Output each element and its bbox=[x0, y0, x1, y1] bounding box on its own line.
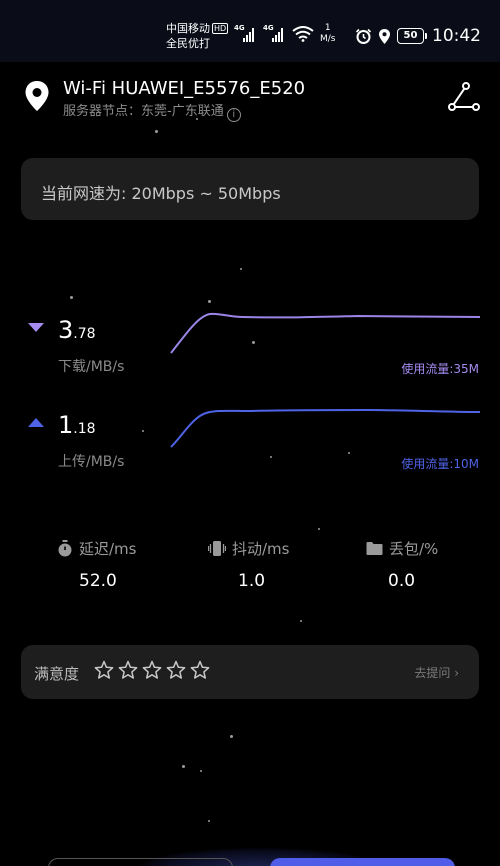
location-pin-icon bbox=[25, 81, 49, 111]
speed-range-text: 当前网速为: 20Mbps ~ 50Mbps bbox=[41, 184, 281, 203]
share-icon[interactable] bbox=[448, 82, 480, 112]
download-speed-int: 3 bbox=[58, 316, 74, 344]
wifi-icon bbox=[292, 26, 314, 42]
download-metric: 3.78 下载/MB/s 使用流量:35M bbox=[0, 300, 500, 380]
carrier-info: 中国移动 HD 全民优打 bbox=[166, 21, 229, 51]
star-icon[interactable] bbox=[166, 660, 186, 680]
star-speck bbox=[200, 770, 202, 772]
upload-usage: 使用流量:10M bbox=[401, 457, 479, 471]
signal-icon bbox=[243, 26, 254, 42]
star-speck bbox=[70, 296, 73, 299]
network-name: Wi-Fi HUAWEI_E5576_E520 bbox=[63, 78, 306, 99]
latency-stat: 延迟/ms 52.0 bbox=[57, 538, 207, 591]
net-speed-unit: M/s bbox=[320, 34, 336, 44]
alarm-icon bbox=[355, 28, 372, 44]
satisfaction-label: 满意度 bbox=[34, 665, 80, 683]
vibrate-icon bbox=[208, 541, 226, 556]
bottom-secondary-button[interactable] bbox=[48, 858, 233, 866]
upload-speed-dec: .18 bbox=[73, 421, 96, 437]
folder-icon bbox=[366, 542, 383, 555]
info-icon[interactable]: i bbox=[226, 108, 241, 122]
carrier-sub: 全民优打 bbox=[166, 37, 210, 50]
jitter-label: 抖动/ms bbox=[232, 540, 290, 558]
battery-icon: 50 bbox=[397, 28, 427, 44]
download-speed-line bbox=[170, 312, 481, 354]
star-icon[interactable] bbox=[118, 660, 138, 680]
speed-range-card: 当前网速为: 20Mbps ~ 50Mbps bbox=[21, 158, 479, 220]
star-icon[interactable] bbox=[94, 660, 114, 680]
download-arrow-icon bbox=[28, 323, 44, 332]
star-icon[interactable] bbox=[190, 660, 210, 680]
carrier-name: 中国移动 bbox=[166, 22, 210, 35]
net-speed-value: 1 bbox=[324, 23, 331, 33]
download-speed-chart bbox=[170, 312, 481, 354]
upload-metric: 1.18 上传/MB/s 使用流量:10M bbox=[0, 395, 500, 475]
packet-loss-value: 0.0 bbox=[388, 571, 416, 591]
signal-icon bbox=[272, 26, 283, 42]
packet-loss-label: 丢包/% bbox=[389, 540, 439, 558]
download-unit: 下载/MB/s bbox=[58, 359, 125, 375]
stopwatch-icon bbox=[58, 540, 72, 557]
server-node: 服务器节点：东莞-广东联通 i bbox=[63, 100, 241, 122]
latency-value: 52.0 bbox=[79, 571, 117, 591]
net-speed: 1 M/s bbox=[320, 23, 336, 45]
upload-speed-chart bbox=[170, 408, 481, 448]
download-speed-dec: .78 bbox=[73, 326, 96, 342]
location-status-icon bbox=[379, 29, 390, 44]
jitter-stat: 抖动/ms 1.0 bbox=[208, 538, 358, 591]
upload-speed: 1.18 bbox=[58, 411, 96, 439]
bottom-primary-button[interactable] bbox=[270, 858, 455, 866]
upload-unit: 上传/MB/s bbox=[58, 454, 125, 470]
download-speed: 3.78 bbox=[58, 316, 96, 344]
star-speck bbox=[230, 735, 233, 738]
status-bar: 中国移动 HD 全民优打 4G 4G 1 M/s 50 10:42 bbox=[0, 0, 500, 62]
star-speck bbox=[300, 620, 302, 622]
packet-loss-stat: 丢包/% 0.0 bbox=[366, 538, 500, 591]
star-speck bbox=[240, 268, 242, 270]
upload-speed-line bbox=[170, 408, 481, 448]
ask-question-link[interactable]: 去提问 › bbox=[414, 664, 459, 681]
upload-speed-int: 1 bbox=[58, 411, 74, 439]
star-rating bbox=[94, 660, 210, 680]
connection-header: Wi-Fi HUAWEI_E5576_E520 服务器节点：东莞-广东联通 i bbox=[0, 62, 500, 132]
satisfaction-card: 满意度 去提问 › bbox=[21, 645, 479, 699]
jitter-value: 1.0 bbox=[238, 571, 266, 591]
download-usage: 使用流量:35M bbox=[401, 362, 479, 376]
server-node-text: 服务器节点：东莞-广东联通 bbox=[63, 104, 224, 119]
star-speck bbox=[182, 765, 185, 768]
star-speck bbox=[208, 820, 210, 822]
clock: 10:42 bbox=[432, 26, 481, 46]
star-icon[interactable] bbox=[142, 660, 162, 680]
star-speck bbox=[318, 528, 320, 530]
upload-arrow-icon bbox=[28, 418, 44, 427]
hd-badge: HD bbox=[212, 23, 229, 34]
latency-label: 延迟/ms bbox=[79, 540, 137, 558]
